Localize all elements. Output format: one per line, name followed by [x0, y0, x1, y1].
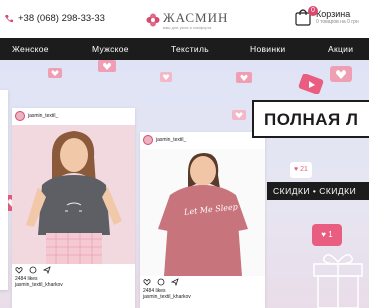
heart-icon — [236, 72, 252, 83]
cart-title: Корзина — [316, 9, 351, 19]
nav-item-sale[interactable]: Акции — [328, 44, 353, 54]
post-caption: jasmin_textil_kharkov — [143, 294, 191, 300]
heart-icon — [330, 66, 352, 82]
like-icon[interactable] — [143, 278, 151, 286]
main-nav: Женское Мужское Текстиль Новинки Акции — [0, 38, 369, 60]
heart-like-badge: ♥ 1 — [312, 224, 342, 246]
nav-item-men[interactable]: Мужское — [92, 44, 129, 54]
share-icon[interactable] — [43, 266, 51, 274]
post-username: jasmin_textil_ — [28, 113, 59, 119]
promo-headline: ПОЛНАЯ Л — [264, 110, 359, 129]
nav-item-women[interactable]: Женское — [12, 44, 49, 54]
heart-icon — [232, 110, 246, 120]
phone-link[interactable]: +38 (068) 298-33-33 — [4, 13, 105, 24]
phone-icon — [5, 14, 13, 22]
notification-badge: ♥ 21 — [290, 162, 312, 178]
promo-headline-box: ПОЛНАЯ Л — [252, 100, 369, 138]
discount-strip: СКИДКИ • СКИДКИ — [267, 182, 369, 200]
logo-title: ЖАСМИН — [163, 10, 229, 25]
header: +38 (068) 298-33-33 ЖАСМИН ваш для уюта … — [0, 0, 369, 38]
post-photo — [12, 125, 135, 264]
post-username: jasmin_textil_ — [156, 137, 187, 143]
comment-icon[interactable] — [29, 266, 37, 274]
discount-text: СКИДКИ • СКИДКИ — [273, 186, 357, 196]
phone-number: +38 (068) 298-33-33 — [18, 13, 105, 24]
post-caption: jasmin_textil_kharkov — [15, 282, 63, 288]
heart-icon — [160, 72, 172, 82]
nav-item-new[interactable]: Новинки — [250, 44, 285, 54]
share-icon[interactable] — [171, 278, 179, 286]
flower-logo-icon — [146, 13, 160, 27]
cart-count-badge: 0 — [308, 6, 318, 16]
post-card[interactable]: jasmin_textil_ Let Me Sleep 2484 likes j… — [140, 132, 265, 308]
heart-icon — [48, 68, 62, 78]
avatar — [143, 135, 153, 145]
like-icon[interactable] — [15, 266, 23, 274]
avatar — [15, 111, 25, 121]
heart-like-count: 1 — [328, 230, 333, 239]
cart-button[interactable]: 0 Корзина 0 товаров на 0 грн — [294, 6, 359, 26]
post-card[interactable]: jasmin_textil_ 2484 likes jasmin_textil_… — [12, 108, 135, 308]
gift-box-icon — [313, 254, 363, 308]
notification-icon — [298, 74, 324, 94]
logo-subtitle: ваш для уюта и комфорта — [163, 25, 212, 30]
cart-summary: 0 товаров на 0 грн — [316, 19, 359, 25]
notification-count: 21 — [300, 166, 308, 173]
promo-banner[interactable]: ♥ 21 ♥ 1 jasmin_textil_ 2484 likes jasmi… — [0, 60, 369, 308]
heart-icon — [98, 60, 116, 72]
post-photo: Let Me Sleep — [140, 149, 265, 276]
nav-item-textile[interactable]: Текстиль — [171, 44, 209, 54]
comment-icon[interactable] — [157, 278, 165, 286]
logo[interactable]: ЖАСМИН ваш для уюта и комфорта — [146, 8, 236, 32]
model-photo-image — [12, 125, 135, 264]
post-card-partial[interactable] — [0, 90, 8, 290]
